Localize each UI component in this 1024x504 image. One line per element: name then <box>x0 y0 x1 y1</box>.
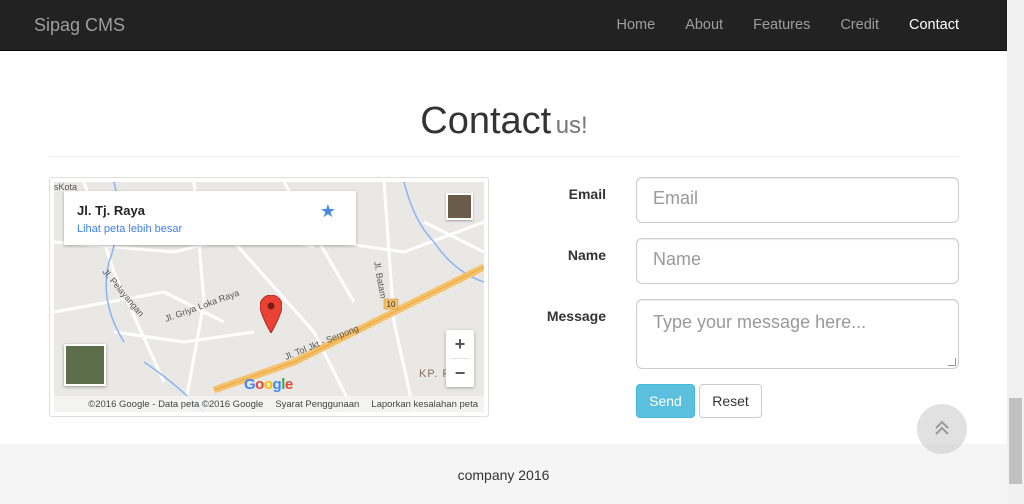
name-placeholder: Name <box>653 249 702 269</box>
footer-text: company 2016 <box>457 467 550 483</box>
resize-grip-icon[interactable] <box>948 358 956 366</box>
map-frame: 10 Jl. Griya Loka Raya Jl. Pelayangan Jl… <box>49 177 489 417</box>
larger-map-link[interactable]: Lihat peta lebih besar <box>77 223 182 235</box>
scrollbar-thumb[interactable] <box>1009 398 1022 484</box>
page-title: Contact us! <box>49 100 959 143</box>
road-label: Jl. Tol Jkt - Serpong <box>283 323 360 362</box>
star-icon[interactable]: ★ <box>320 201 336 222</box>
map-data-attribution: ©2016 Google - Data peta ©2016 Google <box>88 398 264 410</box>
terms-link[interactable]: Syarat Penggunaan <box>275 399 359 410</box>
message-label: Message <box>546 308 606 324</box>
page-title-sub: us! <box>555 112 588 139</box>
google-logo: Google <box>244 376 293 393</box>
road-label: Jl. Pelayangan <box>100 267 146 319</box>
send-button[interactable]: Send <box>636 384 695 418</box>
page-title-main: Contact <box>420 100 552 142</box>
map-attribution: ©2016 Google - Data peta ©2016 Google Sy… <box>54 396 484 412</box>
map[interactable]: 10 Jl. Griya Loka Raya Jl. Pelayangan Jl… <box>54 182 484 412</box>
name-field[interactable]: Name <box>636 238 959 284</box>
nav-menu: Home About Features Credit Contact <box>602 0 975 50</box>
highway-shield-label: 10 <box>387 300 396 309</box>
divider <box>49 156 959 157</box>
email-placeholder: Email <box>653 188 699 208</box>
zoom-control: + − <box>446 330 474 387</box>
map-info-card: Jl. Tj. Raya Lihat peta lebih besar ★ <box>64 191 356 245</box>
back-to-top-button[interactable] <box>917 404 967 454</box>
reset-button[interactable]: Reset <box>699 384 762 418</box>
name-label: Name <box>567 247 606 263</box>
zoom-in-button[interactable]: + <box>446 330 474 358</box>
nav-item-credit[interactable]: Credit <box>825 0 894 50</box>
nav-item-features[interactable]: Features <box>738 0 825 50</box>
navbar: Sipag CMS Home About Features Credit Con… <box>0 0 1007 51</box>
message-placeholder: Type your message here... <box>653 312 867 332</box>
footer: company 2016 <box>0 444 1007 504</box>
nav-item-home[interactable]: Home <box>602 0 671 50</box>
satellite-view-thumbnail[interactable] <box>64 344 106 386</box>
email-label: Email <box>568 186 606 202</box>
place-title: Jl. Tj. Raya <box>77 203 145 218</box>
brand-logo[interactable]: Sipag CMS <box>34 15 125 36</box>
nav-item-about[interactable]: About <box>670 0 738 50</box>
road-label: Jl. Batam <box>372 261 388 300</box>
message-textarea[interactable]: Type your message here... <box>636 299 959 369</box>
double-chevron-up-icon <box>935 420 949 435</box>
email-field[interactable]: Email <box>636 177 959 223</box>
nav-item-contact[interactable]: Contact <box>894 0 974 50</box>
avatar[interactable] <box>446 193 473 220</box>
report-error-link[interactable]: Laporkan kesalahan peta <box>371 399 478 410</box>
zoom-out-button[interactable]: − <box>446 359 474 387</box>
